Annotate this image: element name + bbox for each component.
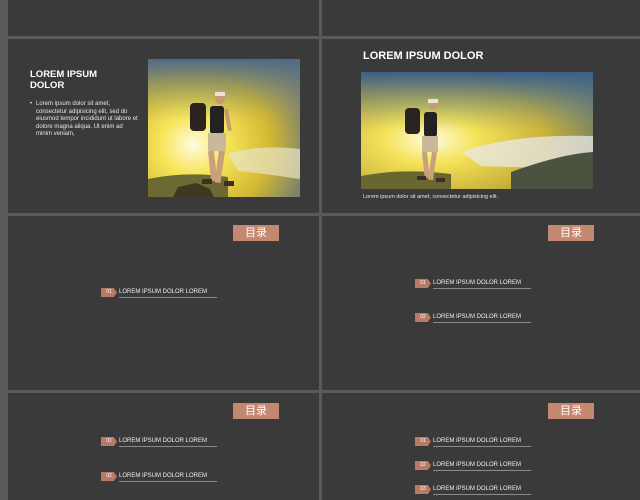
- hiker-photo-wide-image: [361, 72, 593, 189]
- slide-title-line1: LOREM IPSUM: [30, 69, 98, 80]
- slide-toc-two-items-b[interactable]: 目录 01 LOREM IPSUM DOLOR LOREM 02 LOREM I…: [8, 393, 319, 500]
- toc-item-text: LOREM IPSUM DOLOR LOREM: [433, 313, 531, 323]
- slide-toc-three-items[interactable]: 目录 01 LOREM IPSUM DOLOR LOREM 02 LOREM I…: [322, 393, 640, 500]
- toc-item-number: 02: [415, 461, 431, 470]
- toc-item-text: LOREM IPSUM DOLOR LOREM: [433, 437, 531, 447]
- toc-item-text: LOREM IPSUM DOLOR LOREM: [433, 279, 531, 289]
- slide-toc-one-item[interactable]: 目录 01 LOREM IPSUM DOLOR LOREM: [8, 216, 319, 390]
- toc-badge: 目录: [548, 225, 594, 241]
- hiker-photo: [148, 59, 300, 197]
- hiker-photo-wide: [361, 72, 593, 189]
- slide-title-line2: DOLOR: [30, 80, 65, 91]
- toc-badge: 目录: [233, 225, 279, 241]
- slide-toc-two-items[interactable]: 目录 01 LOREM IPSUM DOLOR LOREM 02 LOREM I…: [322, 216, 640, 390]
- toc-item-number: 03: [415, 485, 431, 494]
- toc-item-text: LOREM IPSUM DOLOR LOREM: [433, 461, 531, 471]
- slide-top-right[interactable]: [322, 0, 640, 36]
- slide-photo-caption: Lorem ipsum dolor sit amet, consectetur …: [363, 194, 499, 200]
- toc-item-number: 01: [415, 279, 431, 288]
- toc-badge: 目录: [548, 403, 594, 419]
- hiker-photo-image: [148, 59, 300, 197]
- slide-title: LOREM IPSUM DOLOR: [30, 69, 97, 91]
- toc-item-text: LOREM IPSUM DOLOR LOREM: [119, 437, 217, 447]
- toc-item-text: LOREM IPSUM DOLOR LOREM: [119, 288, 217, 298]
- slide-body-text: Lorem ipsum dolor sit amet, consectetur …: [30, 101, 138, 139]
- toc-item-number: 01: [415, 437, 431, 446]
- slide-photo-title: LOREM IPSUM DOLOR: [363, 50, 484, 62]
- toc-item-number: 02: [415, 313, 431, 322]
- slide-title-photo[interactable]: LOREM IPSUM DOLOR Lorem ipsum dolor sit …: [322, 39, 640, 213]
- toc-item-text: LOREM IPSUM DOLOR LOREM: [119, 472, 217, 482]
- slide-text-photo[interactable]: LOREM IPSUM DOLOR Lorem ipsum dolor sit …: [8, 39, 319, 213]
- toc-item-text: LOREM IPSUM DOLOR LOREM: [433, 485, 531, 495]
- toc-badge: 目录: [233, 403, 279, 419]
- toc-item-number: 01: [101, 288, 117, 297]
- slide-top-left[interactable]: [8, 0, 319, 36]
- toc-item-number: 02: [101, 472, 117, 481]
- toc-item-number: 01: [101, 437, 117, 446]
